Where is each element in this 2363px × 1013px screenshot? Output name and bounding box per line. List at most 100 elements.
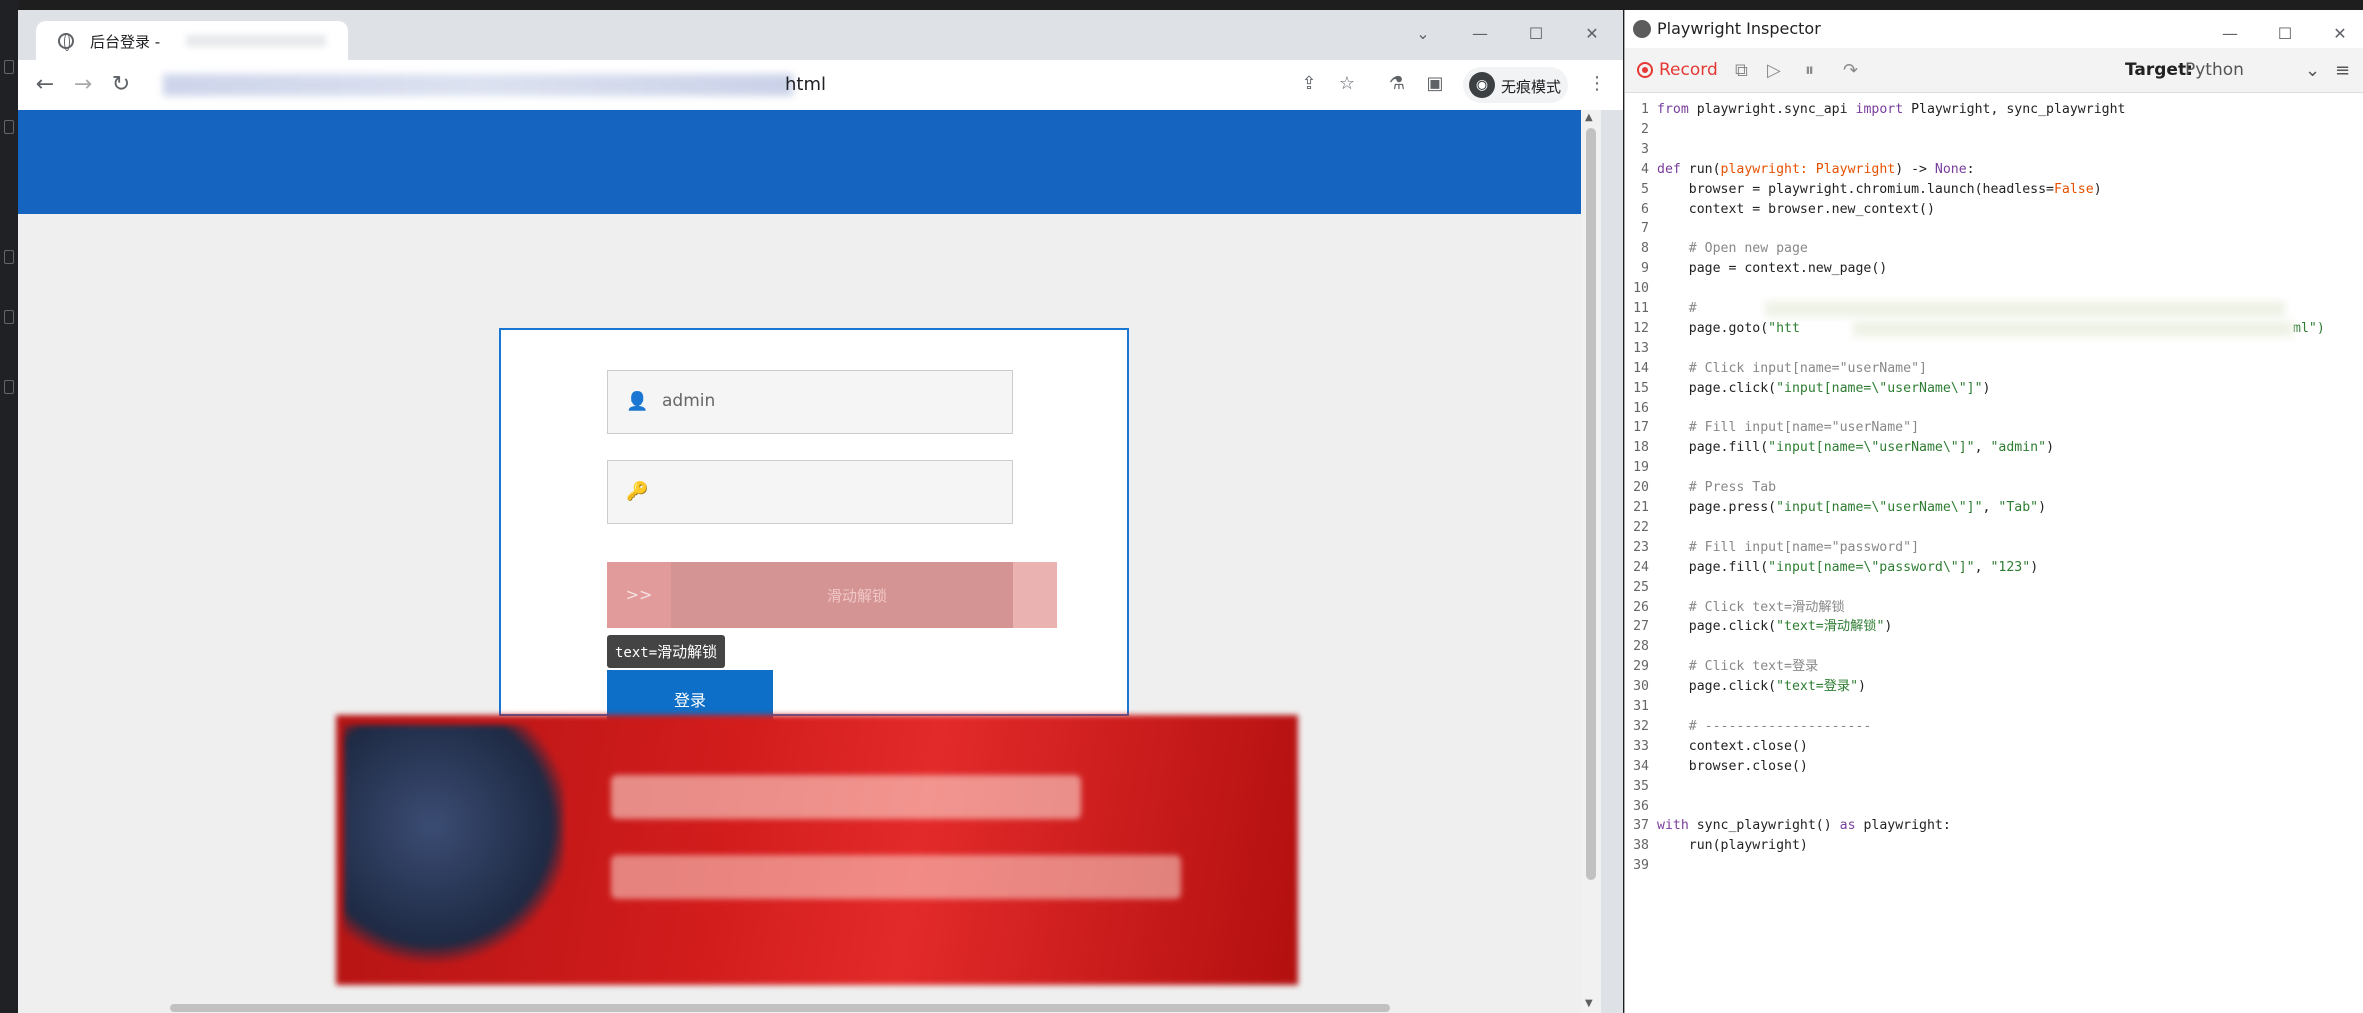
forward-icon[interactable]: → (70, 72, 96, 98)
code-line: 12 page.goto("htt ml") (1625, 319, 2363, 339)
code-line: 38 run(playwright) (1625, 836, 2363, 856)
close-icon[interactable]: ✕ (2330, 24, 2350, 44)
incognito-label: 无痕模式 (1501, 78, 1562, 96)
line-number: 1 (1641, 102, 1649, 117)
scroll-down-icon[interactable]: ▼ (1585, 998, 1593, 1009)
line-number: 26 (1633, 599, 1649, 615)
line-text: run(playwright) (1657, 838, 1808, 854)
code-line: 29 # Click text=登录 (1625, 657, 2363, 677)
key-icon: 🔑 (626, 481, 649, 502)
tooltip-prefix: text= (615, 645, 658, 661)
line-number: 33 (1633, 738, 1649, 754)
code-line: 31 (1625, 697, 2363, 717)
line-number: 3 (1641, 141, 1649, 157)
menu-dots-icon[interactable]: ⋮ (1586, 73, 1608, 95)
copy-icon[interactable]: ⧉ (1735, 60, 1748, 81)
login-panel: 👤 admin 🔑 >> 滑动解锁 text=滑动解锁 登录 (499, 328, 1129, 732)
code-line: 16 (1625, 399, 2363, 419)
tab-search-icon[interactable]: ⌄ (1413, 24, 1433, 44)
reload-icon[interactable]: ↻ (108, 72, 134, 98)
line-text: page.fill("input[name=\"userName\"]", "a… (1657, 440, 2055, 456)
desktop-left-strip (0, 0, 18, 1013)
line-number: 22 (1633, 519, 1649, 535)
line-text: # (1657, 301, 1697, 316)
line-number: 15 (1633, 380, 1649, 396)
line-number: 21 (1633, 500, 1649, 515)
code-line: 9 page = context.new_page() (1625, 259, 2363, 279)
code-line: 36 (1625, 797, 2363, 817)
chevron-down-icon[interactable]: ⌄ (2305, 60, 2320, 81)
share-icon[interactable]: ⇪ (1298, 73, 1320, 95)
line-number: 18 (1633, 440, 1649, 456)
code-line: 27 page.click("text=滑动解锁") (1625, 617, 2363, 637)
record-label: Record (1659, 60, 1718, 80)
address-bar[interactable]: html (143, 66, 1598, 104)
line-text: context = browser.new_context() (1657, 201, 1935, 217)
side-panel-icon[interactable]: ▣ (1424, 73, 1446, 95)
line-number: 16 (1633, 400, 1649, 416)
url-text: html (785, 74, 827, 95)
scroll-up-icon[interactable]: ▲ (1585, 112, 1593, 123)
close-icon[interactable]: ✕ (1582, 24, 1602, 44)
line-number: 14 (1633, 360, 1649, 376)
step-over-icon[interactable]: ↷ (1843, 60, 1858, 81)
code-line: 14 # Click input[name="userName"] (1625, 359, 2363, 379)
wrap-lines-icon[interactable]: ≡ (2335, 60, 2350, 81)
code-line: 25 (1625, 578, 2363, 598)
line-number: 2 (1641, 121, 1649, 137)
page-viewport: 👤 admin 🔑 >> 滑动解锁 text=滑动解锁 登录 ▲ ▼ (18, 110, 1601, 1013)
bookmark-star-icon[interactable]: ☆ (1336, 73, 1358, 95)
code-line: 15 page.click("input[name=\"userName\"]"… (1625, 379, 2363, 399)
code-line: 3 (1625, 140, 2363, 160)
username-input[interactable]: 👤 admin (607, 370, 1013, 434)
code-line: 33 context.close() (1625, 737, 2363, 757)
line-text: # Fill input[name="userName"] (1657, 420, 1920, 436)
line-text: page.click("input[name=\"userName\"]") (1657, 380, 1991, 396)
code-line: 17 # Fill input[name="userName"] (1625, 418, 2363, 438)
horizontal-scrollbar[interactable] (170, 1004, 1390, 1012)
line-text: page.goto("htt (1657, 320, 1800, 336)
line-text: page.press("input[name=\"userName\"]", "… (1657, 500, 2047, 515)
resume-icon[interactable]: ▷ (1767, 60, 1781, 81)
browser-toolbar: ← → ↻ html ⇪ ☆ ⚗ ▣ ◉ 无痕模式 ⋮ (18, 60, 1623, 110)
minimize-icon[interactable]: — (2220, 24, 2240, 44)
minimize-icon[interactable]: — (1470, 24, 1490, 44)
maximize-icon[interactable]: ☐ (2275, 24, 2295, 44)
line-text: browser.close() (1657, 758, 1808, 774)
line-number: 25 (1633, 579, 1649, 595)
browser-tab[interactable]: 后台登录 - (36, 21, 348, 60)
target-select[interactable]: Python (2185, 60, 2244, 80)
line-number: 4 (1641, 161, 1649, 177)
user-icon: 👤 (626, 391, 649, 412)
slider-handle-chevrons-icon[interactable]: >> (607, 562, 671, 628)
line-text: # Click text=登录 (1657, 659, 1819, 675)
tab-title-blurred (186, 35, 326, 47)
code-line: 39 (1625, 856, 2363, 876)
url-blurred (163, 74, 793, 96)
maximize-icon[interactable]: ☐ (1526, 24, 1546, 44)
desktop-icon (4, 310, 14, 324)
vertical-scrollbar[interactable]: ▲ ▼ (1581, 110, 1601, 1013)
line-text: # Open new page (1657, 241, 1808, 257)
goto-url-tail: ml") (2293, 320, 2325, 336)
slide-unlock-slider[interactable]: >> 滑动解锁 (607, 562, 1057, 628)
banner-text-blurred (611, 775, 1081, 819)
pause-icon[interactable]: ⏸ (1805, 60, 1814, 81)
lab-flask-icon[interactable]: ⚗ (1386, 73, 1408, 95)
password-input[interactable]: 🔑 (607, 460, 1013, 524)
scrollbar-thumb[interactable] (1586, 128, 1596, 880)
code-line: 23 # Fill input[name="password"] (1625, 538, 2363, 558)
code-line: 32 # --------------------- (1625, 717, 2363, 737)
line-number: 39 (1633, 858, 1649, 874)
slider-text: 滑动解锁 (827, 587, 888, 605)
code-editor[interactable]: 1 from playwright.sync_api import Playwri… (1625, 100, 2363, 1013)
url-blurred (1853, 320, 2293, 337)
inspector-title: Playwright Inspector (1657, 19, 1821, 38)
username-value: admin (662, 391, 716, 411)
line-text: # --------------------- (1657, 718, 1872, 734)
line-number: 8 (1641, 241, 1649, 257)
back-icon[interactable]: ← (32, 72, 58, 98)
line-text: context.close() (1657, 738, 1808, 754)
line-number: 7 (1641, 221, 1649, 237)
incognito-badge[interactable]: ◉ 无痕模式 (1463, 67, 1568, 103)
